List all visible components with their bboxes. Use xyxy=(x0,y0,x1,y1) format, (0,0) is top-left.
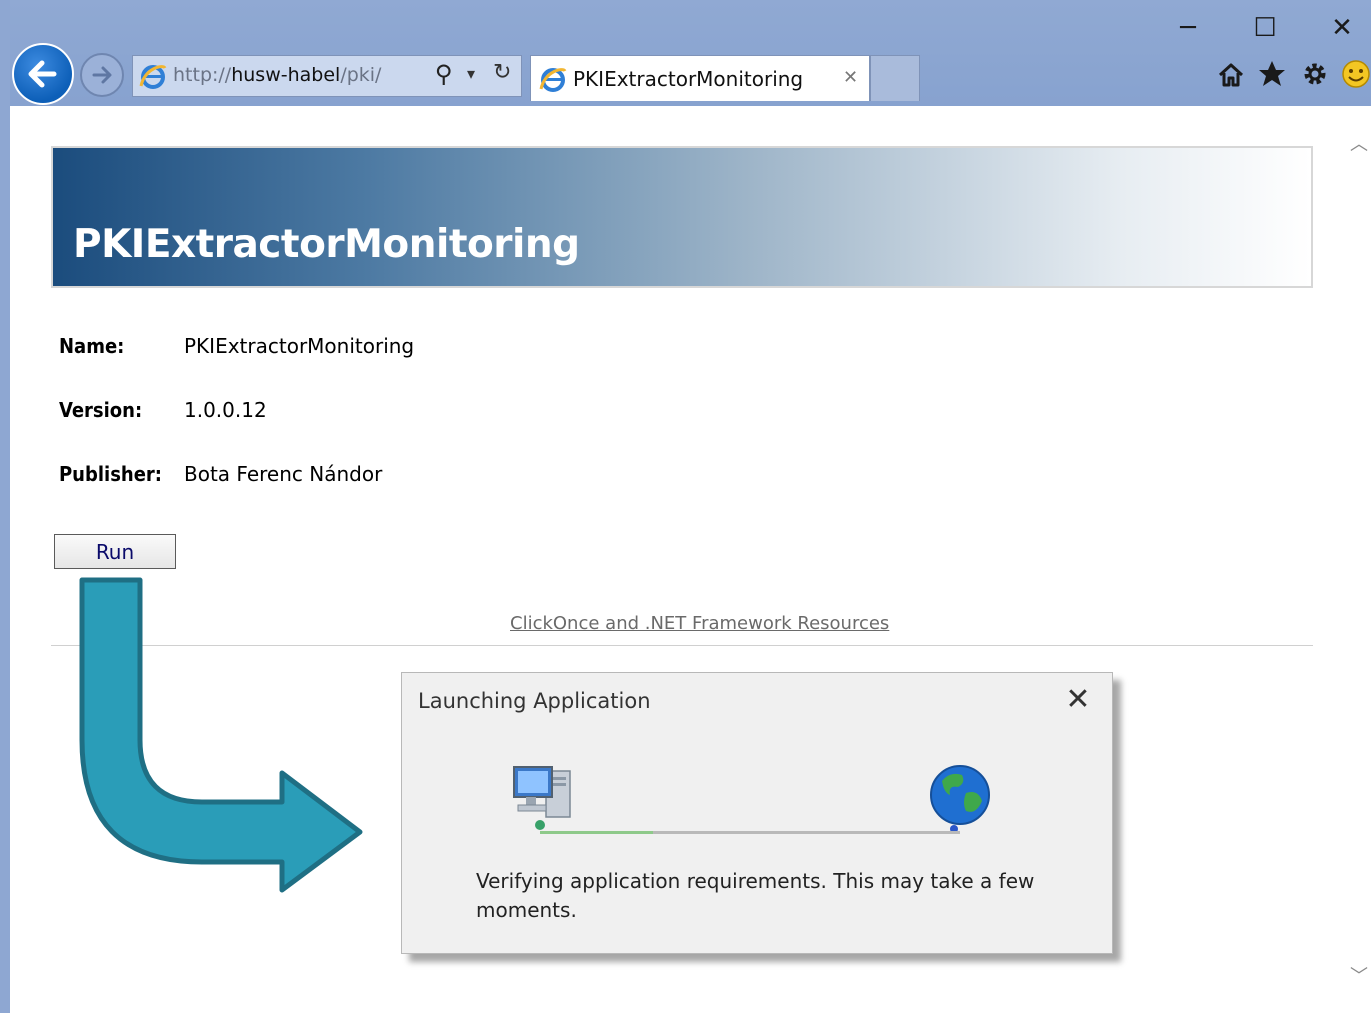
name-label: Name: xyxy=(59,334,125,358)
ie-logo-icon xyxy=(139,65,167,89)
window-left-border xyxy=(0,0,10,1013)
dialog-close-button[interactable]: ✕ xyxy=(1058,679,1098,719)
address-dropdown-icon[interactable]: ▾ xyxy=(467,64,475,83)
dialog-body: Verifying application requirements. This… xyxy=(402,731,1112,953)
tab-close-button[interactable]: ✕ xyxy=(843,67,858,88)
maximize-button[interactable]: ☐ xyxy=(1243,8,1287,48)
new-tab-button[interactable] xyxy=(870,55,920,101)
progress-fill xyxy=(540,831,654,834)
app-banner: PKIExtractorMonitoring xyxy=(51,146,1313,288)
close-window-button[interactable]: ✕ xyxy=(1320,8,1364,48)
url-host: husw-habel xyxy=(231,64,341,86)
address-bar[interactable]: http://husw-habel/pki/ ⚲ ▾ ↻ xyxy=(132,55,522,97)
favorites-star-icon[interactable] xyxy=(1257,59,1287,89)
run-button[interactable]: Run xyxy=(54,534,176,569)
url-path: /pki/ xyxy=(340,64,382,86)
ie-logo-icon xyxy=(539,68,567,92)
forward-arrow-icon xyxy=(92,66,112,84)
resources-link[interactable]: ClickOnce and .NET Framework Resources xyxy=(510,613,889,634)
refresh-icon[interactable]: ↻ xyxy=(493,60,511,85)
dialog-header: Launching Application ✕ xyxy=(402,673,1112,731)
url-scheme: http:// xyxy=(173,64,232,86)
scroll-down-arrow[interactable]: ﹀ xyxy=(1348,962,1370,988)
scroll-up-arrow[interactable]: ︿ xyxy=(1348,130,1370,156)
search-icon[interactable]: ⚲ xyxy=(435,60,453,88)
home-icon[interactable] xyxy=(1217,61,1245,89)
back-arrow-icon xyxy=(28,60,57,88)
progress-bar xyxy=(540,831,960,834)
address-url[interactable]: http://husw-habel/pki/ xyxy=(173,64,381,86)
publisher-value: Bota Ferenc Nándor xyxy=(184,462,383,486)
launching-dialog: Launching Application ✕ Verifying applic… xyxy=(401,672,1113,954)
smiley-feedback-icon[interactable] xyxy=(1341,59,1371,89)
forward-button[interactable] xyxy=(80,53,124,97)
publisher-label: Publisher: xyxy=(59,462,163,486)
globe-icon xyxy=(930,765,990,833)
browser-tab[interactable]: PKIExtractorMonitoring ✕ xyxy=(530,55,870,101)
version-value: 1.0.0.12 xyxy=(184,398,267,422)
dialog-message: Verifying application requirements. This… xyxy=(476,869,1035,922)
settings-gear-icon[interactable] xyxy=(1300,59,1330,89)
tab-title: PKIExtractorMonitoring xyxy=(573,67,804,91)
back-button[interactable] xyxy=(12,43,74,105)
banner-title: PKIExtractorMonitoring xyxy=(73,222,580,267)
version-label: Version: xyxy=(59,398,143,422)
minimize-button[interactable]: ─ xyxy=(1166,8,1210,48)
dialog-title: Launching Application xyxy=(418,689,651,713)
name-value: PKIExtractorMonitoring xyxy=(184,334,415,358)
curved-arrow-annotation xyxy=(79,577,363,893)
computer-icon xyxy=(513,766,571,830)
